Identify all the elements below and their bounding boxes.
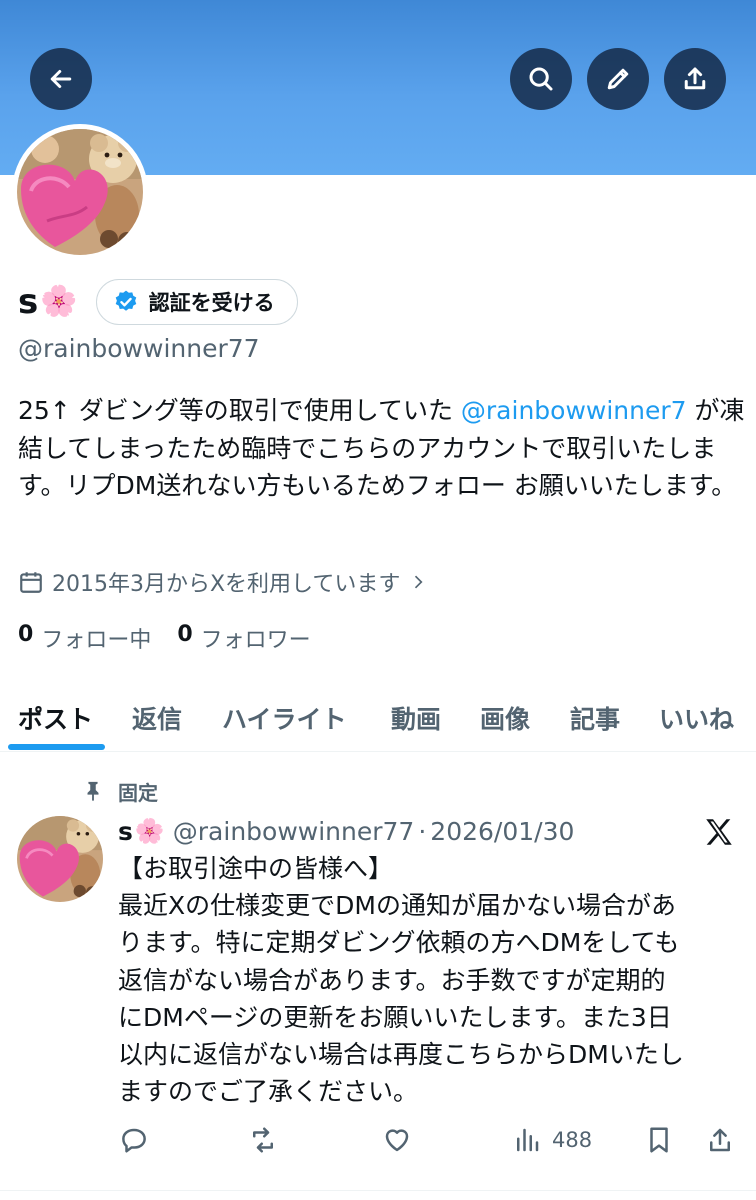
cherry-blossom-emoji: 🌸 [40, 284, 78, 319]
search-button[interactable] [510, 48, 572, 110]
heart-icon [385, 1129, 409, 1152]
post-text: 【お取引途中の皆様へ】 最近Xの仕様変更でDMの通知が届かない場合があ ります。… [118, 850, 748, 1110]
active-tab-indicator [8, 744, 105, 750]
tab-likes[interactable]: いいね [659, 684, 734, 752]
reply-button[interactable] [119, 1120, 149, 1160]
chevron-right-icon [415, 575, 423, 589]
edit-button[interactable] [587, 48, 649, 110]
followers-count: 0 [177, 622, 193, 647]
post-line: 返信がない場合があります。お手数ですが定期的 [118, 965, 666, 995]
follow-stats: 0 フォロー中 0 フォロワー [18, 622, 337, 654]
pencil-icon [607, 68, 629, 90]
post-line: 【お取引途中の皆様へ】 [118, 854, 394, 883]
post-line: ります。特に定期ダビング依頼の方へDMをしても [118, 928, 680, 958]
share-icon [710, 1128, 730, 1152]
post-line: にDMページの更新をお願いいたします。また3日 [118, 1002, 672, 1032]
post-author-handle[interactable]: @rainbowwinner77 [173, 817, 415, 846]
post-author-name[interactable]: s [118, 817, 133, 846]
name-row: s 🌸 認証を受ける [18, 278, 298, 326]
tab-replies[interactable]: 返信 [132, 684, 182, 752]
like-button[interactable] [382, 1120, 412, 1160]
bookmark-button[interactable] [644, 1120, 674, 1160]
bookmark-icon [650, 1127, 668, 1153]
pinned-text: 固定 [118, 780, 158, 805]
post-actions: 488 [0, 1120, 756, 1160]
bio-text-start: 25↑ ダビング等の取引で使用していた [18, 396, 461, 425]
analytics-icon [517, 1128, 539, 1152]
arrow-left-icon [50, 70, 72, 88]
post-avatar[interactable] [17, 816, 103, 902]
get-verified-button[interactable]: 認証を受ける [95, 279, 298, 325]
search-icon [529, 67, 553, 91]
calendar-icon [20, 572, 42, 593]
followers-link[interactable]: 0 フォロワー [177, 622, 310, 654]
pin-icon [87, 781, 99, 802]
joined-text: 2015年3月からXを利用しています [52, 572, 401, 597]
reply-icon [122, 1128, 146, 1153]
profile-handle: @rainbowwinner77 [18, 334, 260, 363]
repost-button[interactable] [248, 1120, 278, 1160]
divider [0, 1190, 756, 1191]
bio-mention-link[interactable]: @rainbowwinner7 [461, 396, 687, 425]
post-line: 最近Xの仕様変更でDMの通知が届かない場合があ [118, 891, 676, 921]
post-date[interactable]: 2026/01/30 [430, 817, 574, 846]
profile-tabs: ポスト 返信 ハイライト 動画 画像 記事 いいね [0, 684, 756, 752]
verified-badge-icon [115, 290, 136, 311]
share-icon [684, 67, 706, 90]
joined-date[interactable]: 2015年3月からXを利用しています [18, 566, 436, 598]
following-count: 0 [18, 622, 34, 647]
avatar-image [17, 129, 143, 255]
views-count: 488 [552, 1128, 593, 1152]
avatar-image [17, 816, 103, 902]
display-name: s [18, 282, 39, 322]
cherry-blossom-emoji: 🌸 [134, 817, 165, 845]
tab-articles[interactable]: 記事 [570, 684, 620, 752]
pinned-label: 固定 [82, 776, 158, 806]
post-line: ますのでご了承ください。 [118, 1077, 419, 1107]
tab-photos[interactable]: 画像 [480, 684, 530, 752]
back-button[interactable] [30, 48, 92, 110]
share-post-button[interactable] [705, 1120, 735, 1160]
following-link[interactable]: 0 フォロー中 [18, 622, 151, 654]
tab-highlights[interactable]: ハイライト [222, 684, 347, 752]
repost-icon [253, 1127, 273, 1153]
followers-label: フォロワー [200, 628, 311, 653]
views-button[interactable]: 488 [512, 1120, 592, 1160]
tab-videos[interactable]: 動画 [391, 684, 441, 752]
post-line: 以内に返信がない場合は再度こちらからDMいたし [118, 1040, 684, 1070]
x-logo-icon[interactable] [702, 815, 736, 849]
tab-posts[interactable]: ポスト [18, 684, 93, 752]
post-header: s 🌸 @rainbowwinner77 · 2026/01/30 [118, 812, 574, 850]
get-verified-label: 認証を受ける [148, 291, 275, 315]
profile-bio: 25↑ ダビング等の取引で使用していた @rainbowwinner7 が凍結し… [18, 392, 748, 505]
profile-avatar[interactable] [12, 124, 148, 260]
post-separator: · [418, 816, 427, 846]
share-button[interactable] [664, 48, 726, 110]
following-label: フォロー中 [41, 628, 152, 653]
